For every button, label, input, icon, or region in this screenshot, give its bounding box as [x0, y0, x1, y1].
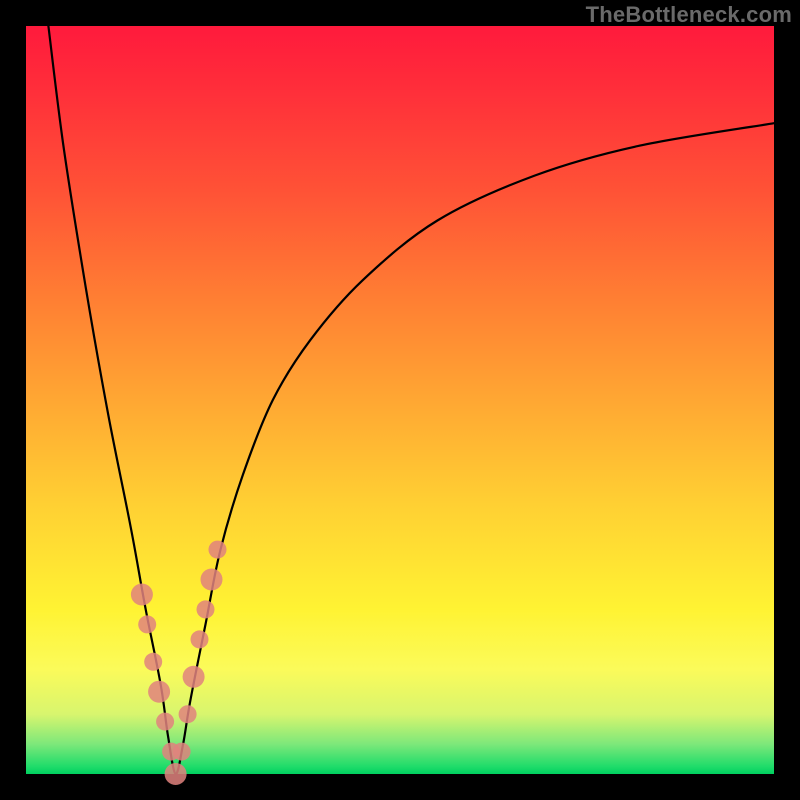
curve-layer	[26, 26, 774, 774]
data-marker	[156, 713, 174, 731]
data-marker	[131, 584, 153, 606]
data-marker	[165, 763, 187, 785]
data-marker	[183, 666, 205, 688]
data-marker	[148, 681, 170, 703]
data-marker	[197, 600, 215, 618]
marker-group	[131, 541, 227, 785]
watermark-text: TheBottleneck.com	[586, 2, 792, 28]
data-marker	[209, 541, 227, 559]
plot-area	[26, 26, 774, 774]
data-marker	[179, 705, 197, 723]
data-marker	[173, 743, 191, 761]
data-marker	[138, 615, 156, 633]
data-marker	[201, 569, 223, 591]
data-marker	[191, 630, 209, 648]
data-marker	[144, 653, 162, 671]
chart-frame: TheBottleneck.com	[0, 0, 800, 800]
